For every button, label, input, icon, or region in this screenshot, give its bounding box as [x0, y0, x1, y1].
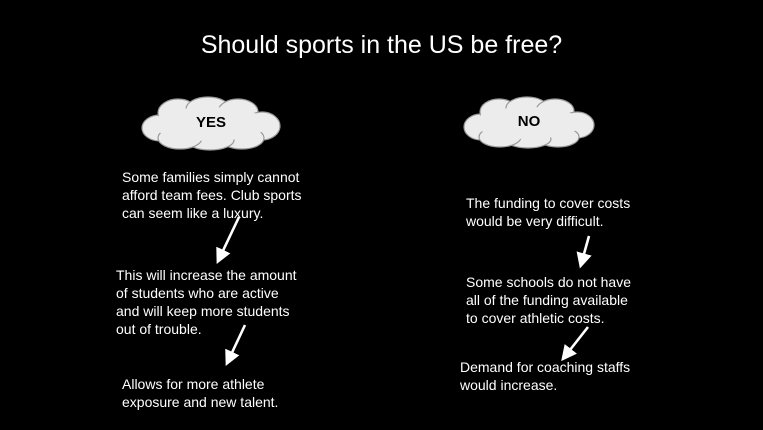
- arrow-down-icon: [576, 235, 592, 269]
- arrow-down-icon: [225, 324, 247, 367]
- arrows-layer: [216, 216, 592, 367]
- arrow-down-icon: [216, 216, 241, 265]
- arrow-down-icon: [561, 326, 590, 362]
